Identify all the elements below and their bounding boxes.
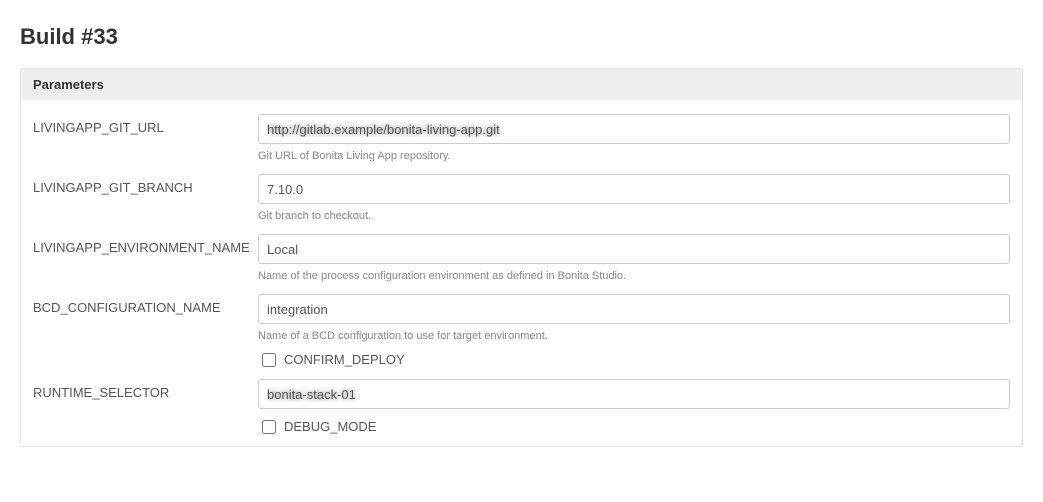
confirm-deploy-row: CONFIRM_DEPLOY — [258, 352, 1010, 367]
param-input-col: Name of a BCD configuration to use for t… — [258, 294, 1010, 367]
param-row-git-url: LIVINGAPP_GIT_URL Git URL of Bonita Livi… — [33, 114, 1010, 162]
param-row-environment-name: LIVINGAPP_ENVIRONMENT_NAME Name of the p… — [33, 234, 1010, 282]
confirm-deploy-label: CONFIRM_DEPLOY — [284, 352, 405, 367]
runtime-selector-input[interactable] — [258, 379, 1010, 409]
param-input-col: Name of the process configuration enviro… — [258, 234, 1010, 282]
param-help: Name of a BCD configuration to use for t… — [258, 330, 1010, 342]
param-label: LIVINGAPP_GIT_BRANCH — [33, 174, 258, 195]
param-label: BCD_CONFIGURATION_NAME — [33, 294, 258, 315]
param-row-bcd-config: BCD_CONFIGURATION_NAME Name of a BCD con… — [33, 294, 1010, 367]
bcd-configuration-name-input[interactable] — [258, 294, 1010, 324]
param-row-git-branch: LIVINGAPP_GIT_BRANCH Git branch to check… — [33, 174, 1010, 222]
panel-body: LIVINGAPP_GIT_URL Git URL of Bonita Livi… — [21, 100, 1022, 446]
param-help: Git branch to checkout. — [258, 210, 1010, 222]
livingapp-git-branch-input[interactable] — [258, 174, 1010, 204]
param-input-col: DEBUG_MODE — [258, 379, 1010, 434]
debug-mode-label: DEBUG_MODE — [284, 419, 376, 434]
debug-mode-row: DEBUG_MODE — [258, 419, 1010, 434]
livingapp-git-url-input[interactable] — [258, 114, 1010, 144]
param-input-col: Git URL of Bonita Living App repository. — [258, 114, 1010, 162]
parameters-panel: Parameters LIVINGAPP_GIT_URL Git URL of … — [20, 68, 1023, 447]
param-label: LIVINGAPP_ENVIRONMENT_NAME — [33, 234, 258, 255]
livingapp-environment-name-input[interactable] — [258, 234, 1010, 264]
param-label: RUNTIME_SELECTOR — [33, 379, 258, 400]
panel-header: Parameters — [21, 69, 1022, 100]
page-title: Build #33 — [20, 24, 1023, 50]
confirm-deploy-checkbox[interactable] — [262, 353, 276, 367]
param-input-col: Git branch to checkout. — [258, 174, 1010, 222]
param-label: LIVINGAPP_GIT_URL — [33, 114, 258, 135]
param-help: Git URL of Bonita Living App repository. — [258, 150, 1010, 162]
debug-mode-checkbox[interactable] — [262, 420, 276, 434]
param-row-runtime-selector: RUNTIME_SELECTOR DEBUG_MODE — [33, 379, 1010, 434]
param-help: Name of the process configuration enviro… — [258, 270, 1010, 282]
